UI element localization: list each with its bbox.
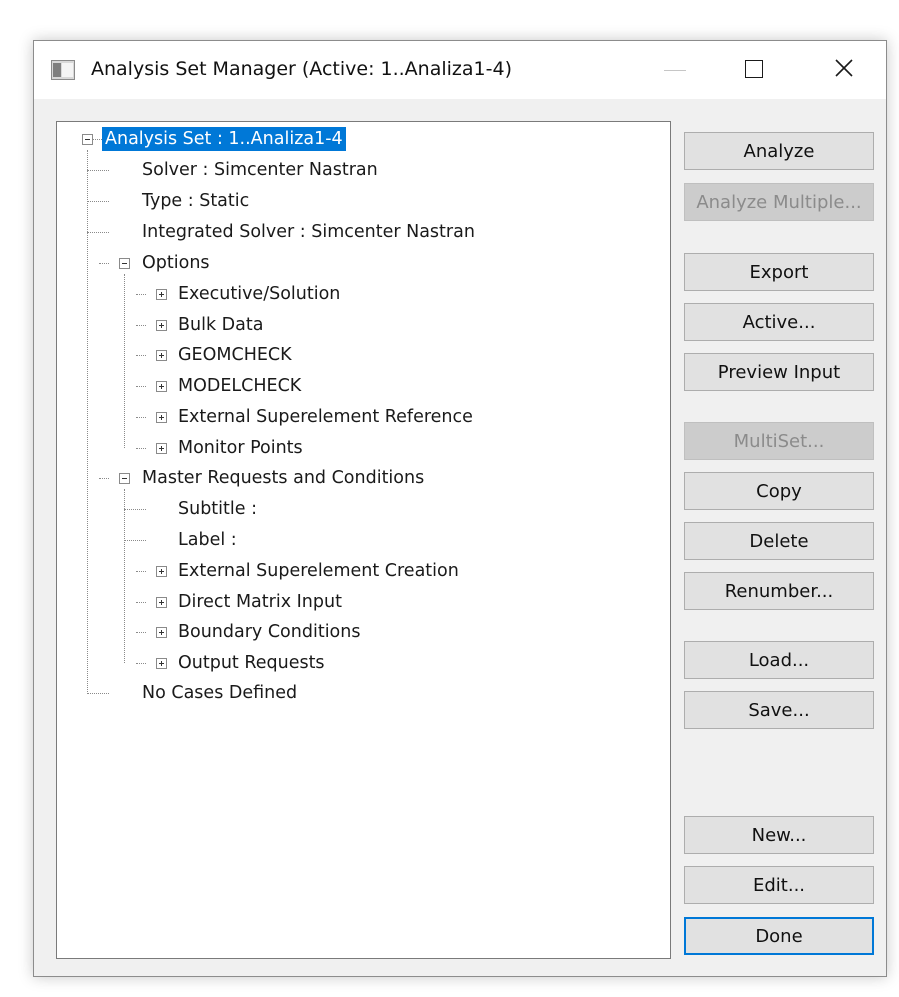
expand-toggle-icon[interactable] bbox=[156, 658, 167, 669]
export-button[interactable]: Export bbox=[684, 253, 874, 291]
tree-connector bbox=[136, 417, 146, 418]
save-button[interactable]: Save... bbox=[684, 691, 874, 729]
tree-node-master-requests[interactable]: Master Requests and Conditions bbox=[142, 466, 424, 490]
done-button[interactable]: Done bbox=[684, 917, 874, 955]
window-title: Analysis Set Manager (Active: 1..Analiza… bbox=[91, 58, 512, 80]
tree-node-direct-matrix-input[interactable]: Direct Matrix Input bbox=[178, 590, 342, 614]
tree-node-type[interactable]: Type : Static bbox=[142, 189, 249, 213]
app-window-icon bbox=[51, 60, 75, 80]
minimize-button[interactable] bbox=[646, 41, 706, 99]
expand-toggle-icon[interactable] bbox=[156, 381, 167, 392]
tree-node-integrated-solver[interactable]: Integrated Solver : Simcenter Nastran bbox=[142, 220, 475, 244]
close-icon bbox=[831, 55, 857, 81]
expand-toggle-icon[interactable] bbox=[156, 443, 167, 454]
tree-node-external-superelement-reference[interactable]: External Superelement Reference bbox=[178, 405, 473, 429]
tree-node-geomcheck[interactable]: GEOMCHECK bbox=[178, 343, 292, 367]
tree-connector bbox=[99, 478, 109, 479]
edit-button[interactable]: Edit... bbox=[684, 866, 874, 904]
expand-toggle-icon[interactable] bbox=[156, 597, 167, 608]
tree-connector bbox=[136, 448, 146, 449]
tree-connector bbox=[136, 571, 146, 572]
expand-toggle-icon[interactable] bbox=[156, 320, 167, 331]
expand-toggle-icon[interactable] bbox=[156, 289, 167, 300]
delete-button[interactable]: Delete bbox=[684, 522, 874, 560]
multiset-button[interactable]: MultiSet... bbox=[684, 422, 874, 460]
tree-connector bbox=[124, 489, 125, 663]
expand-toggle-icon[interactable] bbox=[156, 566, 167, 577]
expand-toggle-icon[interactable] bbox=[156, 627, 167, 638]
tree-node-no-cases[interactable]: No Cases Defined bbox=[142, 681, 297, 705]
collapse-toggle-icon[interactable] bbox=[119, 473, 130, 484]
tree-connector bbox=[136, 632, 146, 633]
tree-connector bbox=[87, 170, 109, 171]
tree-node-executive-solution[interactable]: Executive/Solution bbox=[178, 282, 340, 306]
analysis-tree[interactable]: Analysis Set : 1..Analiza1-4 Solver : Si… bbox=[56, 121, 671, 959]
tree-node-label[interactable]: Label : bbox=[178, 528, 237, 552]
tree-node-modelcheck[interactable]: MODELCHECK bbox=[178, 374, 301, 398]
tree-connector bbox=[136, 325, 146, 326]
tree-connector bbox=[87, 693, 109, 694]
collapse-toggle-icon[interactable] bbox=[82, 134, 93, 145]
title-bar[interactable]: Analysis Set Manager (Active: 1..Analiza… bbox=[34, 41, 886, 99]
tree-connector bbox=[93, 139, 102, 140]
active-button[interactable]: Active... bbox=[684, 303, 874, 341]
tree-node-subtitle[interactable]: Subtitle : bbox=[178, 497, 257, 521]
tree-connector bbox=[87, 201, 109, 202]
close-button[interactable] bbox=[816, 41, 876, 99]
preview-input-button[interactable]: Preview Input bbox=[684, 353, 874, 391]
analyze-button[interactable]: Analyze bbox=[684, 132, 874, 170]
tree-connector bbox=[136, 602, 146, 603]
maximize-icon bbox=[745, 60, 763, 78]
tree-node-solver[interactable]: Solver : Simcenter Nastran bbox=[142, 158, 378, 182]
tree-connector bbox=[87, 232, 109, 233]
tree-connector bbox=[124, 274, 125, 448]
new-button[interactable]: New... bbox=[684, 816, 874, 854]
tree-connector bbox=[136, 663, 146, 664]
collapse-toggle-icon[interactable] bbox=[119, 258, 130, 269]
tree-connector bbox=[136, 386, 146, 387]
tree-node-external-superelement-creation[interactable]: External Superelement Creation bbox=[178, 559, 459, 583]
tree-connector bbox=[136, 355, 146, 356]
tree-node-monitor-points[interactable]: Monitor Points bbox=[178, 436, 303, 460]
tree-node-analysis-set[interactable]: Analysis Set : 1..Analiza1-4 bbox=[102, 127, 346, 151]
tree-node-boundary-conditions[interactable]: Boundary Conditions bbox=[178, 620, 360, 644]
tree-node-bulk-data[interactable]: Bulk Data bbox=[178, 313, 263, 337]
analyze-multiple-button[interactable]: Analyze Multiple... bbox=[684, 183, 874, 221]
tree-node-output-requests[interactable]: Output Requests bbox=[178, 651, 325, 675]
tree-node-options[interactable]: Options bbox=[142, 251, 210, 275]
expand-toggle-icon[interactable] bbox=[156, 350, 167, 361]
expand-toggle-icon[interactable] bbox=[156, 412, 167, 423]
tree-connector bbox=[124, 540, 146, 541]
tree-connector bbox=[99, 263, 109, 264]
copy-button[interactable]: Copy bbox=[684, 472, 874, 510]
load-button[interactable]: Load... bbox=[684, 641, 874, 679]
analysis-set-manager-dialog: Analysis Set Manager (Active: 1..Analiza… bbox=[33, 40, 887, 977]
tree-connector bbox=[136, 294, 146, 295]
renumber-button[interactable]: Renumber... bbox=[684, 572, 874, 610]
maximize-button[interactable] bbox=[727, 41, 787, 99]
tree-connector bbox=[124, 509, 146, 510]
minimize-icon bbox=[664, 70, 686, 71]
